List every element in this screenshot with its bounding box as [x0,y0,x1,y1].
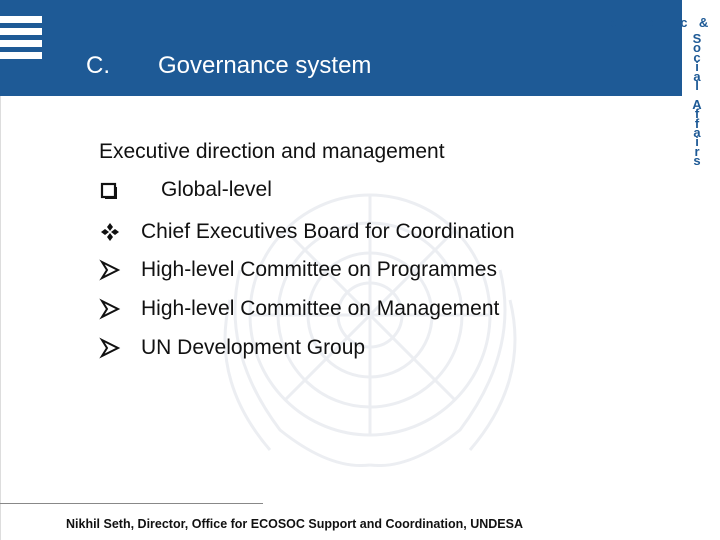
footer-divider [0,503,263,504]
level-heading-text: Global-level [161,178,272,201]
arrowhead-bullet-icon [99,337,121,359]
list-item-text: High-level Committee on Programmes [141,258,497,281]
header-bar: C. Governance system [0,0,682,96]
brand-social-affairs: Social Affairs [690,32,704,169]
list-item-text: UN Development Group [141,336,366,359]
section-letter: C. [86,52,110,79]
arrowhead-bullet-icon [99,259,121,281]
brand-letter: l [695,77,699,93]
left-divider [0,96,1,540]
footer-credit: Nikhil Seth, Director, Office for ECOSOC… [66,517,523,531]
section-title: Governance system [158,52,372,79]
page-subtitle: Executive direction and management [99,140,445,163]
brand-letter: s [693,153,701,169]
brand-economic: Economic & [598,15,713,30]
diamond-clover-bullet-icon [101,223,119,241]
square-bullet-icon [100,182,117,199]
stripes-logo-icon [0,16,42,60]
list-item-text: Chief Executives Board for Coordination [141,220,515,243]
list-item-text: High-level Committee on Management [141,297,500,320]
arrowhead-bullet-icon [99,298,121,320]
